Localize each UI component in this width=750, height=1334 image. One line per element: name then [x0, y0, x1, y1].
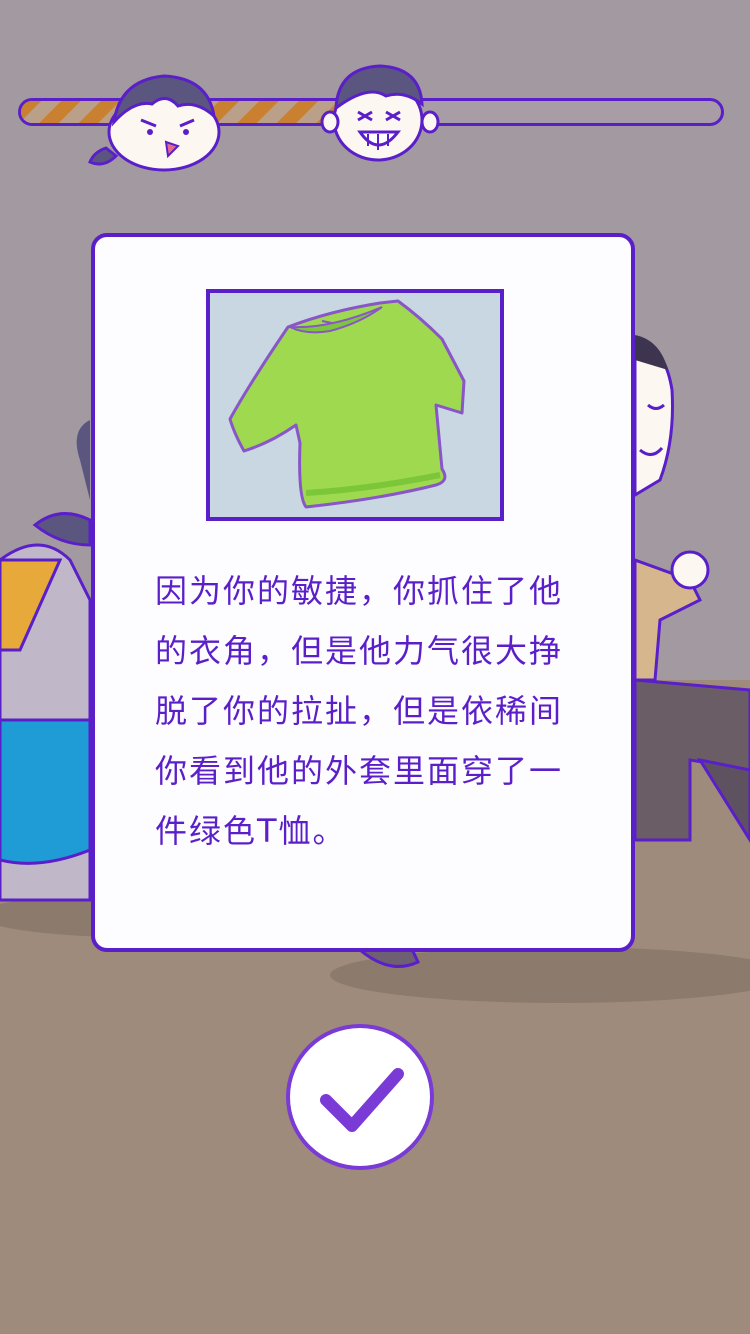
confirm-button[interactable] — [286, 1024, 434, 1170]
clue-image-frame — [206, 289, 504, 521]
game-scene: 因为你的敏捷，你抓住了他的衣角，但是他力气很大挣脱了你的拉扯，但是依稀间你看到他… — [0, 0, 750, 1334]
clue-dialog: 因为你的敏捷，你抓住了他的衣角，但是他力气很大挣脱了你的拉扯，但是依稀间你看到他… — [91, 233, 635, 952]
girl-face-icon — [88, 74, 221, 172]
check-icon — [320, 1068, 404, 1132]
laughing-boy-face-icon — [320, 64, 440, 162]
clue-text: 因为你的敏捷，你抓住了他的衣角，但是他力气很大挣脱了你的拉扯，但是依稀间你看到他… — [155, 572, 564, 850]
green-tshirt-icon — [228, 299, 466, 509]
